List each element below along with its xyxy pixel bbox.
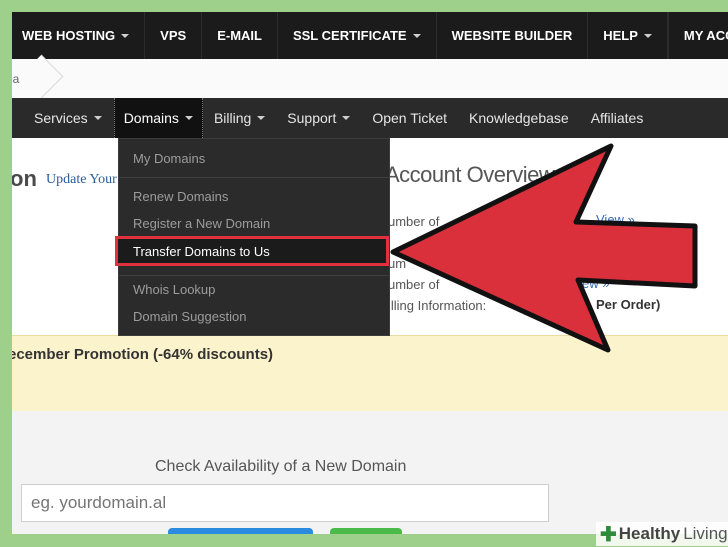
cross-logo-icon: ✚ [600, 523, 617, 546]
arrow-shape [390, 143, 698, 353]
red-pointer-arrow-icon [390, 143, 698, 353]
healthy-living-watermark: ✚ Healthy Living [596, 522, 728, 546]
